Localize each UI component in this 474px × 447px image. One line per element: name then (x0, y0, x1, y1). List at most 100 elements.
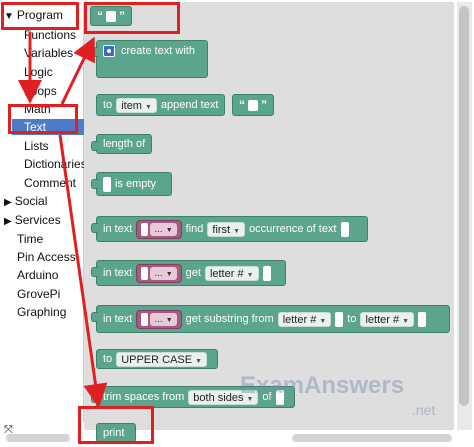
dropdown-arrow-icon: ▼ (165, 226, 173, 234)
block-label: get (185, 267, 201, 279)
dropdown-arrow-icon: ▼ (165, 316, 173, 324)
append-text-literal[interactable]: “ ” (232, 94, 274, 116)
category-variables[interactable]: Variables (24, 46, 73, 60)
is-empty-block[interactable]: is empty (91, 172, 172, 196)
change-case-block[interactable]: to UPPER CASE ▼ (96, 349, 219, 369)
block-label: length of (103, 138, 146, 150)
category-graphing[interactable]: Graphing (17, 305, 66, 319)
workspace-horizontal-scrollbar[interactable] (292, 434, 452, 442)
category-time[interactable]: Time (17, 232, 43, 246)
category-sidebar: ▼ Program Functions Variables Logic Loops… (2, 2, 87, 422)
annotation-box-text (8, 104, 78, 134)
case-dropdown[interactable]: UPPER CASE ▼ (116, 351, 208, 367)
mutator-gear-icon[interactable] (103, 45, 115, 57)
category-functions[interactable]: Functions (24, 28, 76, 42)
scrollbar-thumb[interactable] (459, 6, 469, 406)
dropdown-value: UPPER CASE (121, 353, 193, 366)
variable-dropdown[interactable]: ... ▼ (150, 266, 177, 280)
block-label: to (103, 353, 113, 365)
block-label: create text with (121, 45, 195, 57)
app-frame: ▼ Program Functions Variables Logic Loops… (0, 0, 474, 447)
category-label: Services (14, 213, 61, 227)
watermark: ExamAnswers (240, 372, 405, 399)
dropdown-arrow-icon: ▼ (402, 317, 410, 325)
block-connector (91, 141, 98, 151)
flyout-vertical-scrollbar[interactable] (457, 2, 472, 430)
get-substring-block[interactable]: in text ... ▼ get substring from letter #… (91, 305, 450, 333)
dropdown-value: ... (154, 223, 163, 235)
block-label: occurrence of text (249, 223, 337, 235)
dropdown-arrow-icon: ▼ (319, 317, 327, 325)
block-connector (91, 47, 98, 57)
category-social[interactable]: ▶ Social (4, 194, 47, 208)
block-label: get substring from (185, 313, 274, 325)
dropdown-arrow-icon: ▼ (165, 270, 173, 278)
category-logic[interactable]: Logic (24, 65, 53, 79)
dropdown-value: ... (154, 267, 163, 279)
input-socket (340, 221, 349, 237)
category-dictionaries[interactable]: Dictionaries (24, 157, 87, 171)
find-occurrence-block[interactable]: in text ... ▼ find first ▼ occurrence of t… (91, 216, 368, 242)
annotation-box-print (78, 406, 154, 444)
watermark-suffix: .net (412, 402, 436, 418)
category-loops[interactable]: Loops (24, 84, 57, 98)
dropdown-arrow-icon: ▼ (144, 103, 152, 111)
category-lists[interactable]: Lists (24, 139, 49, 153)
which-dropdown[interactable]: first ▼ (207, 221, 246, 237)
dropdown-value: letter # (209, 267, 244, 280)
block-label: in text (103, 267, 133, 279)
dropdown-value: both sides (193, 391, 244, 404)
block-connector (91, 393, 98, 403)
variable-dropdown[interactable]: ... ▼ (150, 222, 177, 236)
block-label: in text (103, 313, 133, 325)
variable-dropdown[interactable]: ... ▼ (150, 312, 177, 326)
dropdown-arrow-icon: ▼ (246, 271, 254, 279)
input-socket (335, 311, 344, 327)
variable-block[interactable]: ... ▼ (136, 309, 182, 329)
variable-dropdown[interactable]: item ▼ (116, 97, 157, 113)
block-label: find (185, 223, 204, 235)
text-field[interactable] (248, 99, 258, 111)
block-label: to (103, 99, 113, 111)
block-label: is empty (115, 178, 156, 190)
input-socket (141, 222, 149, 236)
annotation-box-text-literal (84, 2, 180, 34)
length-of-block[interactable]: length of (91, 134, 153, 154)
which-dropdown[interactable]: letter # ▼ (204, 265, 259, 281)
block-label: to (347, 313, 357, 325)
dropdown-value: letter # (365, 313, 400, 326)
input-socket (103, 176, 111, 192)
input-socket (141, 312, 149, 326)
append-text-block[interactable]: to item ▼ append text (96, 94, 226, 116)
from-dropdown[interactable]: letter # ▼ (277, 311, 332, 327)
category-services[interactable]: ▶ Services (4, 213, 61, 227)
dropdown-value: first (212, 223, 231, 236)
input-socket (262, 265, 271, 281)
variable-block[interactable]: ... ▼ (136, 219, 182, 239)
category-comment[interactable]: Comment (24, 176, 76, 190)
category-arduino[interactable]: Arduino (17, 268, 58, 282)
get-letter-block[interactable]: in text ... ▼ get letter # ▼ (91, 260, 286, 286)
input-socket (418, 311, 427, 327)
block-connector (91, 223, 98, 233)
block-connector (91, 179, 98, 189)
category-label: Social (14, 194, 48, 208)
close-quote: ” (261, 98, 267, 112)
block-connector (91, 312, 98, 322)
sidebar-horizontal-scrollbar[interactable] (6, 434, 70, 442)
dropdown-value: item (121, 99, 142, 112)
dropdown-value: ... (154, 313, 163, 325)
category-grovepi[interactable]: GrovePi (17, 287, 60, 301)
annotation-box-program (1, 2, 79, 30)
block-label: in text (103, 223, 133, 235)
block-label: append text (160, 99, 219, 111)
dropdown-arrow-icon: ▼ (195, 357, 203, 365)
variable-block[interactable]: ... ▼ (136, 263, 182, 283)
create-text-with-block[interactable]: create text with (91, 40, 208, 78)
block-label: trim spaces from (103, 391, 185, 403)
dropdown-arrow-icon: ▼ (233, 227, 241, 235)
open-quote: “ (239, 98, 245, 112)
to-dropdown[interactable]: letter # ▼ (360, 311, 415, 327)
category-pin-access[interactable]: Pin Access (17, 250, 76, 264)
collapse-triangle-icon: ▶ (4, 197, 12, 208)
